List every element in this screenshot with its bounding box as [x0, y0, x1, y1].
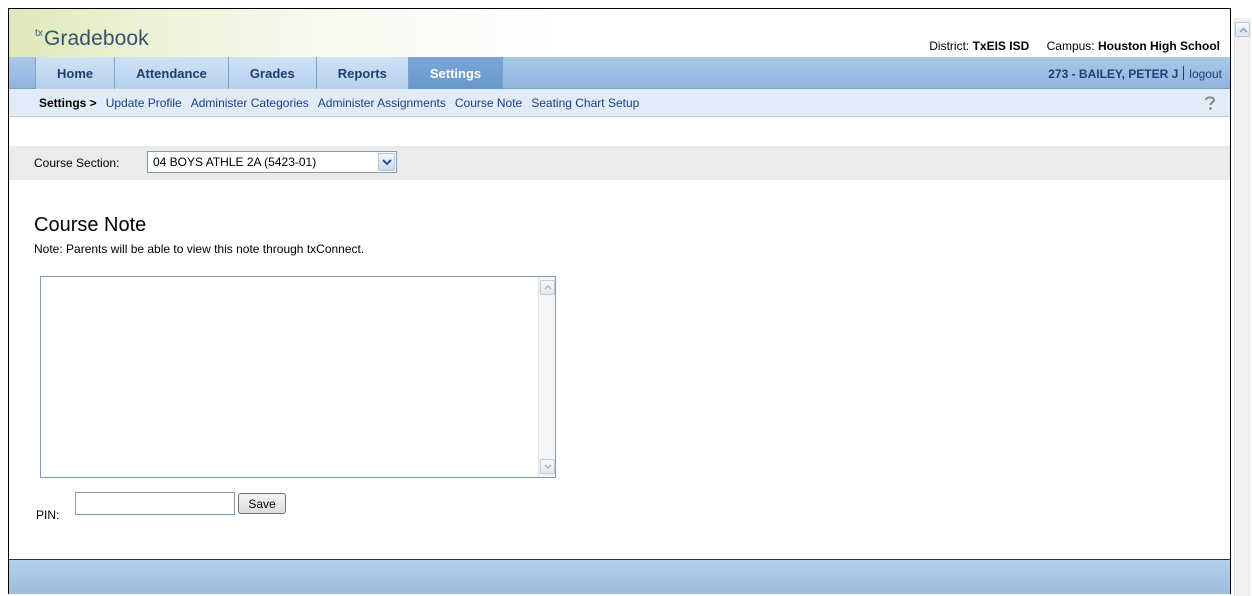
district-value: TxEIS ISD — [972, 39, 1030, 53]
administer-categories-link[interactable]: Administer Categories — [191, 96, 309, 110]
scroll-down-icon[interactable] — [540, 459, 555, 474]
course-section-value: 04 BOYS ATHLE 2A (5423-01) — [153, 155, 317, 169]
tab-reports[interactable]: Reports — [316, 57, 409, 89]
pin-input[interactable] — [75, 492, 235, 515]
tab-grades[interactable]: Grades — [228, 57, 317, 89]
divider — [1183, 66, 1185, 80]
course-note-textarea[interactable] — [40, 276, 556, 478]
logo-prefix: tx — [35, 28, 43, 39]
app-header: txGradebook District: TxEIS ISD Campus: … — [9, 9, 1230, 57]
page-scrollbar[interactable] — [1234, 18, 1251, 596]
user-name: 273 - BAILEY, PETER J — [1048, 67, 1179, 81]
campus-value: Houston High School — [1098, 39, 1220, 53]
page-title: Course Note — [34, 214, 147, 236]
scroll-up-icon[interactable] — [540, 280, 555, 295]
app-logo: txGradebook — [35, 27, 149, 51]
district-campus-info: District: TxEIS ISD Campus: Houston High… — [929, 39, 1220, 53]
main-nav: Home Attendance Grades Reports Settings … — [9, 57, 1230, 89]
course-section-select[interactable]: 04 BOYS ATHLE 2A (5423-01) — [147, 151, 397, 173]
course-section-bar: Course Section: 04 BOYS ATHLE 2A (5423-0… — [9, 146, 1230, 180]
breadcrumb: Settings > — [39, 96, 97, 110]
administer-assignments-link[interactable]: Administer Assignments — [318, 96, 446, 110]
campus-label: Campus: — [1046, 39, 1095, 53]
logo-name: Gradebook — [43, 27, 149, 50]
pin-label: PIN: — [36, 508, 60, 522]
seating-chart-setup-link[interactable]: Seating Chart Setup — [531, 96, 639, 110]
user-info: 273 - BAILEY, PETER J logout — [1048, 66, 1222, 81]
textarea-scrollbar[interactable] — [538, 277, 555, 477]
tab-home[interactable]: Home — [35, 57, 116, 89]
update-profile-link[interactable]: Update Profile — [106, 96, 182, 110]
tab-settings[interactable]: Settings — [408, 57, 504, 89]
page-scroll-up-icon[interactable] — [1235, 22, 1250, 37]
logout-link[interactable]: logout — [1189, 67, 1222, 81]
course-section-label: Course Section: — [34, 156, 120, 170]
chevron-down-icon[interactable] — [378, 153, 395, 171]
district-label: District: — [929, 39, 970, 53]
parent-note-info: Note: Parents will be able to view this … — [34, 242, 365, 256]
course-note-link[interactable]: Course Note — [455, 96, 522, 110]
footer-bar — [9, 560, 1230, 594]
settings-subnav: Settings > Update Profile Administer Cat… — [9, 89, 1230, 117]
nav-tabs: Home Attendance Grades Reports Settings — [35, 57, 504, 89]
tab-attendance[interactable]: Attendance — [115, 57, 229, 89]
save-button[interactable]: Save — [238, 493, 286, 514]
app-window: txGradebook District: TxEIS ISD Campus: … — [8, 8, 1231, 594]
question-mark-icon[interactable] — [1202, 94, 1218, 112]
